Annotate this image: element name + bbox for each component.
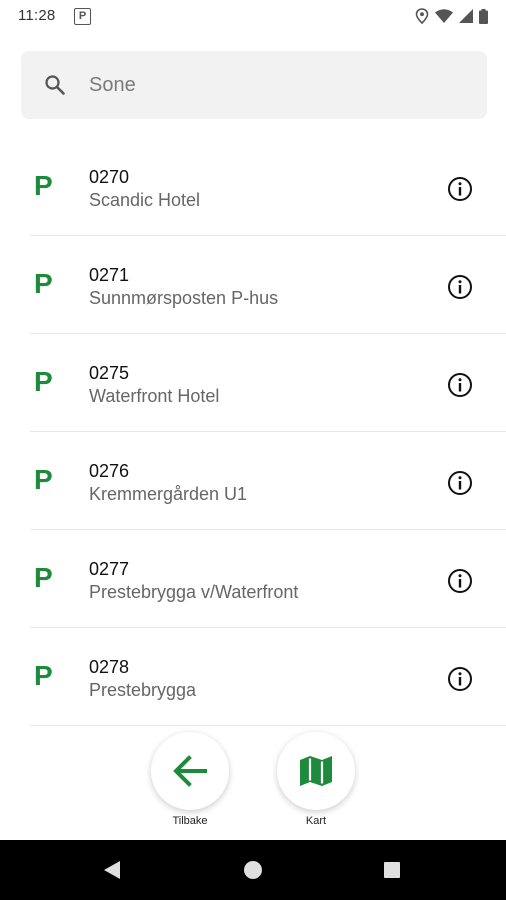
info-icon[interactable] <box>446 665 474 693</box>
zone-name: Prestebrygga <box>89 680 197 700</box>
info-icon[interactable] <box>446 469 474 497</box>
search-input[interactable] <box>89 51 469 119</box>
zone-code: 0271 <box>89 265 130 285</box>
zone-code: 0276 <box>89 461 130 481</box>
list-fade-overlay <box>0 728 506 778</box>
zone-name: Prestebrygga v/Waterfront <box>89 582 299 602</box>
search-box[interactable] <box>21 51 487 119</box>
zone-name: Waterfront Hotel <box>89 386 220 406</box>
zone-code: 0270 <box>89 167 130 187</box>
zone-list-item[interactable]: P 0271 Sunnmørsposten P-hus <box>0 236 506 334</box>
back-button[interactable] <box>151 732 229 810</box>
nav-home-icon[interactable] <box>244 861 262 879</box>
nav-back-icon[interactable] <box>103 860 121 880</box>
zone-code: 0275 <box>89 363 130 383</box>
search-icon <box>45 75 65 95</box>
parking-icon: P <box>34 464 53 495</box>
map-button[interactable] <box>277 732 355 810</box>
zone-list: P 0270 Scandic Hotel P 0271 Sunnmørspost… <box>0 138 506 768</box>
zone-code: 0277 <box>89 559 130 579</box>
zone-code: 0278 <box>89 657 130 677</box>
zone-name: Scandic Hotel <box>89 190 201 210</box>
nav-recents-icon[interactable] <box>384 862 400 878</box>
info-icon[interactable] <box>446 175 474 203</box>
map-button-label: Kart <box>305 815 327 827</box>
status-bar: 11:28 P <box>0 0 506 32</box>
battery-icon <box>479 8 488 24</box>
parking-icon: P <box>34 170 53 201</box>
zone-list-item[interactable]: P 0278 Prestebrygga <box>0 628 506 726</box>
back-button-label: Tilbake <box>172 815 208 827</box>
signal-icon <box>459 9 473 23</box>
info-icon[interactable] <box>446 567 474 595</box>
zone-name: Kremmergården U1 <box>89 484 248 504</box>
zone-list-item[interactable]: P 0275 Waterfront Hotel <box>0 334 506 432</box>
parking-icon: P <box>34 366 53 397</box>
wifi-icon <box>435 9 453 23</box>
parking-notification-icon: P <box>74 8 91 25</box>
zone-list-item[interactable]: P 0276 Kremmergården U1 <box>0 432 506 530</box>
zone-list-item[interactable]: P 0270 Scandic Hotel <box>0 138 506 236</box>
info-icon[interactable] <box>446 273 474 301</box>
system-nav-bar <box>0 840 506 900</box>
map-icon <box>300 756 332 786</box>
info-icon[interactable] <box>446 371 474 399</box>
zone-name: Sunnmørsposten P-hus <box>89 288 279 308</box>
parking-icon: P <box>34 562 53 593</box>
parking-icon: P <box>34 660 53 691</box>
location-icon <box>415 8 429 24</box>
zone-list-item[interactable]: P 0277 Prestebrygga v/Waterfront <box>0 530 506 628</box>
status-time: 11:28 <box>18 7 56 24</box>
parking-icon: P <box>34 268 53 299</box>
arrow-left-icon <box>173 755 207 787</box>
status-icons <box>415 7 488 25</box>
